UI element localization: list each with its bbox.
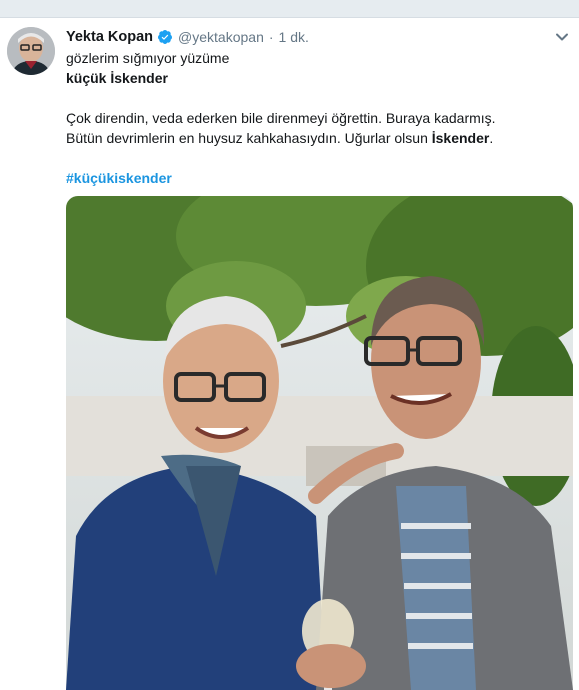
tweet-photo[interactable] — [66, 196, 573, 690]
tweet-line-1: gözlerim sığmıyor yüzüme — [66, 50, 230, 66]
tweet-card[interactable]: Yekta Kopan @yektakopan · 1 dk. gözlerim… — [0, 18, 579, 690]
tweet-text: gözlerim sığmıyor yüzüme küçük İskender … — [66, 48, 536, 188]
tweet-header: Yekta Kopan @yektakopan · 1 dk. — [66, 27, 309, 47]
verified-badge-icon — [157, 29, 173, 45]
tweet-line-2: küçük İskender — [66, 70, 168, 86]
tweet-paragraph-bold: İskender — [431, 130, 490, 146]
hashtag-link[interactable]: #küçükiskender — [66, 170, 172, 186]
header-separator: · — [268, 29, 274, 45]
avatar[interactable] — [7, 27, 55, 75]
author-name[interactable]: Yekta Kopan — [66, 29, 153, 45]
tweet-paragraph: Çok direndin, veda ederken bile direnmey… — [66, 108, 536, 148]
chevron-down-icon[interactable] — [554, 29, 570, 45]
timeline-top-bar — [0, 0, 579, 18]
tweet-paragraph-end: . — [489, 130, 494, 146]
timestamp[interactable]: 1 dk. — [279, 29, 309, 45]
author-handle[interactable]: @yektakopan — [178, 29, 264, 45]
